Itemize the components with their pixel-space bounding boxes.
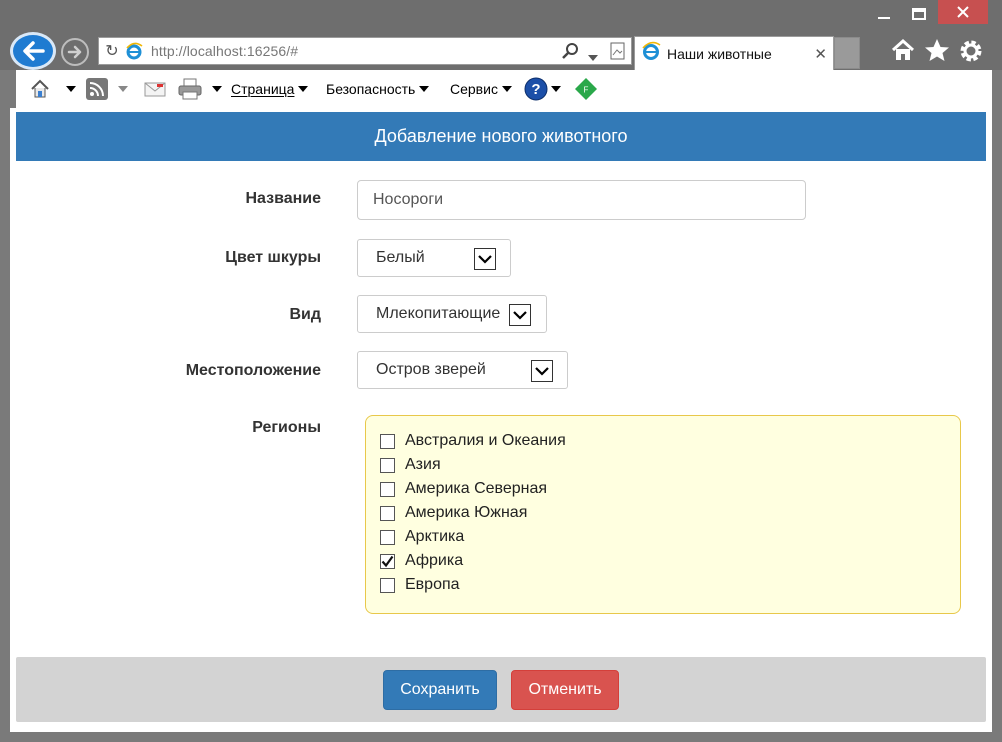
- svg-text:F: F: [584, 86, 589, 95]
- region-item[interactable]: Азия: [380, 454, 441, 476]
- region-item[interactable]: Африка: [380, 550, 463, 572]
- new-tab-button[interactable]: [834, 37, 860, 69]
- kind-value: Млекопитающие: [376, 305, 501, 322]
- home-cmd-button[interactable]: [30, 78, 76, 100]
- region-label: Арктика: [405, 528, 465, 545]
- print-icon: [178, 78, 202, 100]
- mail-icon: [144, 82, 166, 97]
- name-label: Название: [245, 190, 321, 207]
- print-cmd-button[interactable]: [178, 78, 222, 100]
- region-checkbox[interactable]: [380, 553, 395, 569]
- region-checkbox[interactable]: [380, 505, 395, 521]
- region-label: Африка: [405, 552, 464, 569]
- form-footer: Сохранить Отменить: [16, 657, 986, 722]
- maximize-icon: [912, 8, 926, 20]
- command-bar: Страница Безопасность Сервис ? F: [10, 70, 992, 108]
- name-input-value: Носороги: [373, 191, 444, 208]
- region-checkbox[interactable]: [380, 457, 395, 473]
- region-checkbox[interactable]: [380, 577, 395, 593]
- url-rest: :16256/#: [242, 43, 299, 59]
- service-menu-label: Сервис: [450, 81, 498, 97]
- home-cmd-icon: [31, 79, 49, 98]
- feed-diamond-icon: F: [575, 78, 597, 100]
- kind-label: Вид: [289, 306, 321, 323]
- cancel-button[interactable]: Отменить: [511, 670, 619, 710]
- rss-cmd-button[interactable]: [86, 78, 128, 100]
- region-checkbox[interactable]: [380, 529, 395, 545]
- skin-color-value: Белый: [376, 249, 425, 266]
- compat-view-icon[interactable]: [609, 41, 627, 66]
- chevron-down-icon[interactable]: [474, 248, 496, 270]
- location-label: Местоположение: [185, 362, 321, 379]
- region-item[interactable]: Америка Северная: [380, 478, 547, 500]
- tab-active[interactable]: Наши животные ✕: [634, 36, 834, 70]
- window-bottom-border: [0, 732, 1002, 742]
- rss-icon: [86, 78, 108, 100]
- region-item[interactable]: Австралия и Океания: [380, 430, 566, 452]
- region-label: Америка Южная: [405, 504, 528, 521]
- checkmark-icon: [381, 555, 394, 567]
- address-dropdown-icon[interactable]: [588, 48, 598, 66]
- skin-color-select[interactable]: Белый: [357, 239, 511, 277]
- page-menu[interactable]: Страница: [231, 78, 309, 100]
- region-item[interactable]: Америка Южная: [380, 502, 527, 524]
- help-icon: ?: [524, 77, 548, 101]
- search-icon[interactable]: [561, 41, 581, 66]
- service-menu[interactable]: Сервис: [450, 78, 512, 100]
- location-value: Остров зверей: [376, 361, 486, 378]
- feed-diamond-button[interactable]: F: [574, 78, 598, 100]
- form-header: Добавление нового животного: [16, 112, 986, 161]
- reload-icon[interactable]: ↻: [101, 41, 123, 61]
- skin-color-label: Цвет шкуры: [225, 249, 321, 266]
- svg-text:?: ?: [531, 81, 540, 98]
- minimize-icon: [878, 17, 890, 19]
- home-icon[interactable]: [890, 38, 916, 69]
- gear-icon[interactable]: [958, 38, 984, 69]
- region-label: Австралия и Океания: [405, 432, 566, 449]
- chevron-down-icon[interactable]: [509, 304, 531, 326]
- save-button[interactable]: Сохранить: [383, 670, 497, 710]
- back-arrow-icon: [23, 41, 45, 61]
- minimize-button[interactable]: [866, 0, 902, 28]
- regions-label: Регионы: [252, 419, 321, 436]
- address-bar[interactable]: ↻ http://localhost:16256/#: [98, 37, 632, 65]
- tab-close-icon[interactable]: ✕: [814, 45, 827, 63]
- location-select[interactable]: Остров зверей: [357, 351, 568, 389]
- regions-checkbox-list: Австралия и Океания Азия Америка Северна…: [365, 415, 961, 614]
- favorites-star-icon[interactable]: [924, 38, 950, 69]
- region-label: Европа: [405, 576, 460, 593]
- name-input[interactable]: Носороги: [357, 180, 806, 220]
- close-icon: [957, 6, 969, 18]
- security-menu[interactable]: Безопасность: [326, 78, 430, 100]
- tab-title: Наши животные: [667, 45, 772, 62]
- browser-tools: [890, 38, 984, 69]
- window-titlebar: [0, 0, 1002, 32]
- forward-button[interactable]: [61, 38, 89, 66]
- region-label: Азия: [405, 456, 441, 473]
- region-item[interactable]: Арктика: [380, 526, 464, 548]
- mail-cmd-button[interactable]: [144, 78, 166, 100]
- back-button[interactable]: [10, 32, 56, 70]
- region-item[interactable]: Европа: [380, 574, 460, 596]
- maximize-button[interactable]: [902, 0, 936, 28]
- security-menu-label: Безопасность: [326, 81, 416, 97]
- forward-arrow-icon: [67, 45, 82, 59]
- region-checkbox[interactable]: [380, 481, 395, 497]
- region-checkbox[interactable]: [380, 433, 395, 449]
- url-host: http://localhost: [151, 43, 243, 59]
- chevron-down-icon[interactable]: [531, 360, 553, 382]
- kind-select[interactable]: Млекопитающие: [357, 295, 547, 333]
- close-window-button[interactable]: [938, 0, 988, 24]
- page-menu-label: Страница: [231, 81, 295, 97]
- url-text: http://localhost:16256/#: [151, 43, 298, 59]
- ie-logo-icon: [123, 42, 145, 60]
- page-content: Добавление нового животного Название Нос…: [10, 108, 992, 732]
- region-label: Америка Северная: [405, 480, 548, 497]
- tab-ie-logo-icon: [641, 41, 661, 66]
- help-cmd-button[interactable]: ?: [524, 77, 561, 101]
